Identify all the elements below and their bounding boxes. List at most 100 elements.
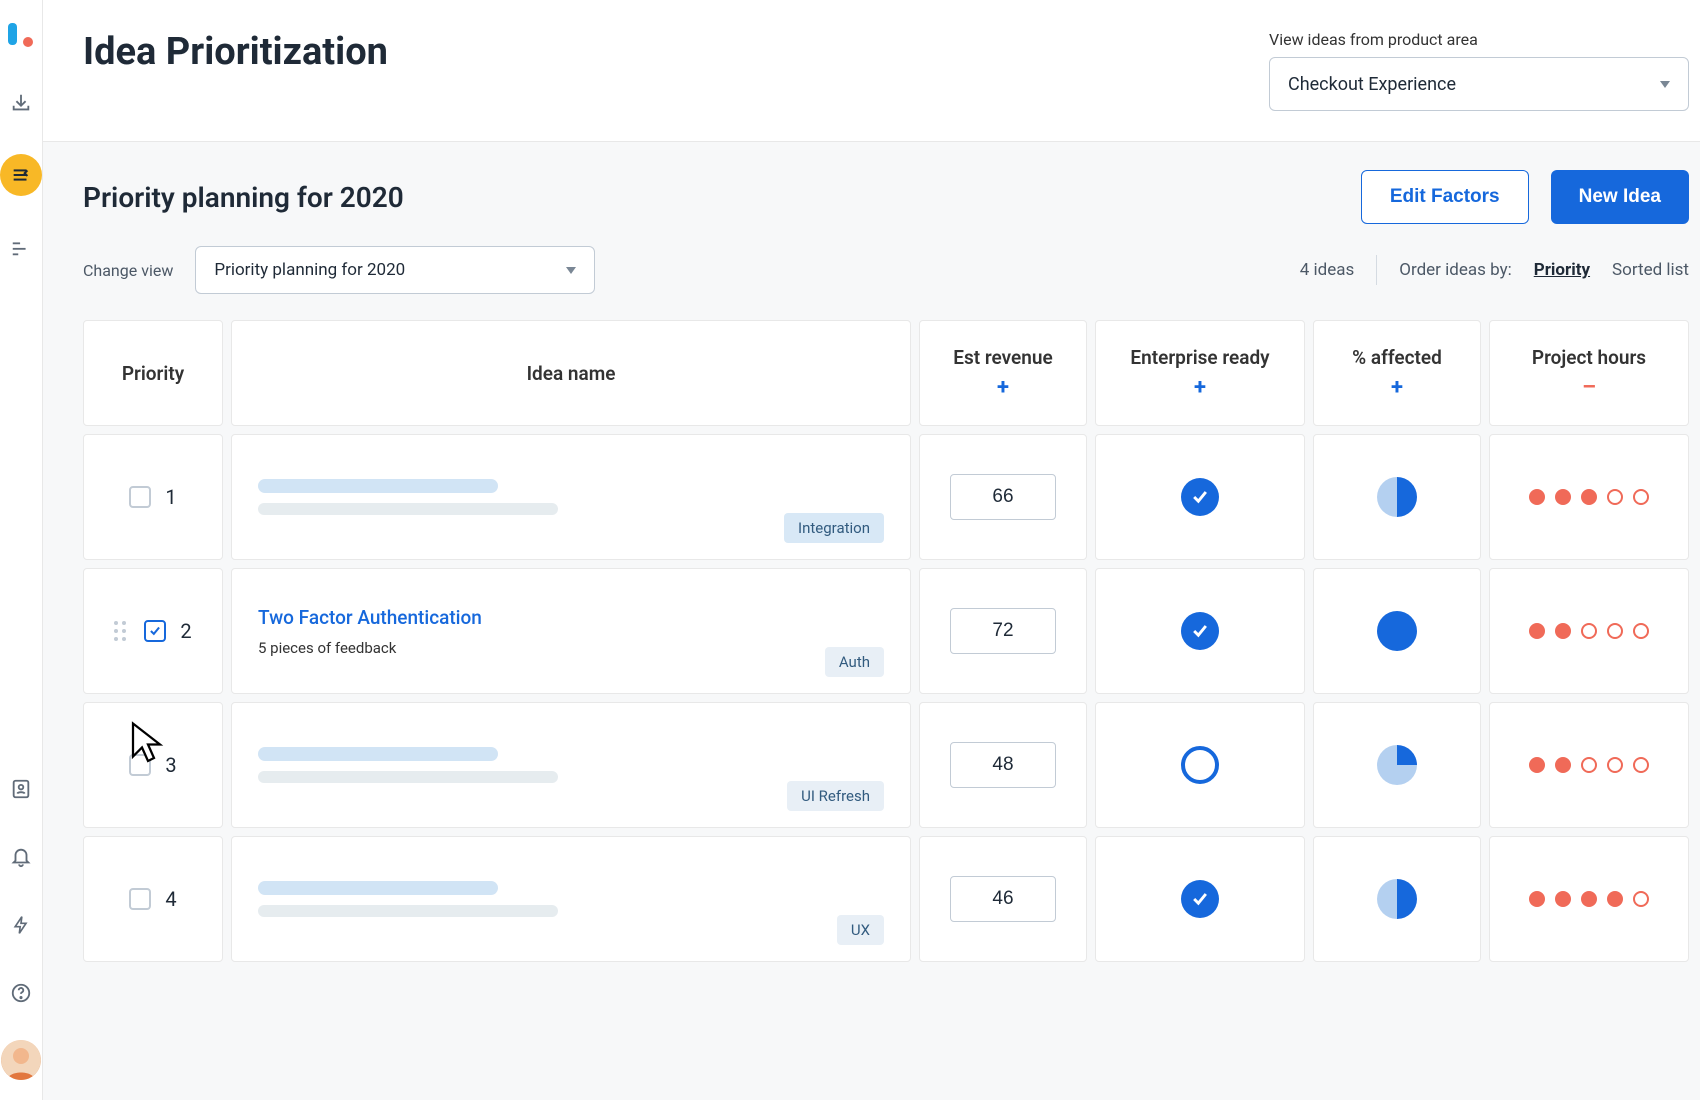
nav-contacts[interactable] — [0, 768, 42, 810]
col-affected: % affected+ — [1313, 320, 1481, 426]
idea-cell[interactable]: UI Refresh — [231, 702, 911, 828]
priority-cell: 2 — [83, 568, 223, 694]
revenue-cell — [919, 568, 1087, 694]
idea-tag: UI Refresh — [787, 781, 884, 811]
affected-cell[interactable] — [1313, 702, 1481, 828]
priority-cell: 1 — [83, 434, 223, 560]
skeleton-subtitle — [258, 771, 558, 783]
affected-cell[interactable] — [1313, 434, 1481, 560]
idea-tag: UX — [837, 915, 884, 945]
hours-dots — [1529, 623, 1649, 639]
idea-cell[interactable]: UX — [231, 836, 911, 962]
hours-cell[interactable] — [1489, 702, 1689, 828]
skeleton-subtitle — [258, 905, 558, 917]
nav-inbox[interactable] — [0, 82, 42, 124]
nav-roadmap[interactable] — [0, 226, 42, 268]
enterprise-badge — [1181, 880, 1219, 918]
idea-tag: Auth — [825, 647, 884, 677]
nav-help[interactable] — [0, 972, 42, 1014]
idea-subtitle: 5 pieces of feedback — [258, 639, 884, 657]
divider — [1376, 255, 1377, 285]
hours-dots — [1529, 891, 1649, 907]
view-selected-value: Priority planning for 2020 — [214, 260, 405, 280]
area-selector[interactable]: Checkout Experience — [1269, 57, 1689, 111]
brand-logo — [4, 18, 38, 52]
area-selected-value: Checkout Experience — [1288, 74, 1456, 95]
row-checkbox[interactable] — [129, 888, 151, 910]
minus-icon: – — [1582, 375, 1596, 400]
affected-pie — [1377, 745, 1417, 785]
priority-number: 4 — [165, 887, 176, 911]
edit-factors-button[interactable]: Edit Factors — [1361, 170, 1529, 224]
plus-icon: + — [1391, 375, 1403, 400]
col-hours: Project hours– — [1489, 320, 1689, 426]
sidebar — [0, 0, 43, 1100]
revenue-input[interactable] — [950, 608, 1056, 654]
priority-number: 3 — [165, 753, 176, 777]
row-checkbox[interactable] — [129, 486, 151, 508]
row-checkbox[interactable] — [144, 620, 166, 642]
col-enterprise: Enterprise ready+ — [1095, 320, 1305, 426]
order-label: Order ideas by: — [1399, 260, 1511, 280]
plus-icon: + — [1194, 375, 1206, 400]
page-header: Idea Prioritization View ideas from prod… — [43, 0, 1700, 142]
enterprise-cell[interactable] — [1095, 434, 1305, 560]
priority-cell: 3 — [83, 702, 223, 828]
order-priority-link[interactable]: Priority — [1534, 260, 1590, 280]
skeleton-title — [258, 747, 498, 761]
nav-prioritize[interactable] — [0, 154, 42, 196]
revenue-cell — [919, 836, 1087, 962]
affected-pie — [1377, 477, 1417, 517]
hours-cell[interactable] — [1489, 434, 1689, 560]
affected-pie — [1377, 879, 1417, 919]
enterprise-cell[interactable] — [1095, 568, 1305, 694]
col-priority: Priority — [83, 320, 223, 426]
idea-cell[interactable]: Integration — [231, 434, 911, 560]
skeleton-title — [258, 881, 498, 895]
plus-icon: + — [997, 375, 1009, 400]
enterprise-badge — [1181, 746, 1219, 784]
col-revenue: Est revenue+ — [919, 320, 1087, 426]
affected-cell[interactable] — [1313, 568, 1481, 694]
affected-cell[interactable] — [1313, 836, 1481, 962]
view-title: Priority planning for 2020 — [83, 181, 404, 214]
user-avatar[interactable] — [1, 1040, 41, 1080]
order-sorted-link[interactable]: Sorted list — [1612, 260, 1689, 280]
new-idea-button[interactable]: New Idea — [1551, 170, 1689, 224]
idea-cell[interactable]: Two Factor Authentication 5 pieces of fee… — [231, 568, 911, 694]
page-title: Idea Prioritization — [83, 30, 388, 74]
area-selector-label: View ideas from product area — [1269, 30, 1689, 49]
subheader: Priority planning for 2020 Edit Factors … — [43, 142, 1700, 224]
affected-pie — [1377, 611, 1417, 651]
skeleton-subtitle — [258, 503, 558, 515]
drag-handle[interactable] — [114, 621, 130, 641]
nav-notifications[interactable] — [0, 836, 42, 878]
revenue-input[interactable] — [950, 474, 1056, 520]
idea-title: Two Factor Authentication — [258, 606, 884, 629]
view-toolbar: Change view Priority planning for 2020 4… — [43, 224, 1700, 294]
enterprise-cell[interactable] — [1095, 702, 1305, 828]
priority-number: 2 — [180, 619, 191, 643]
priority-cell: 4 — [83, 836, 223, 962]
caret-down-icon — [1660, 81, 1670, 88]
view-selector[interactable]: Priority planning for 2020 — [195, 246, 595, 294]
priority-number: 1 — [165, 485, 176, 509]
enterprise-badge — [1181, 612, 1219, 650]
row-checkbox[interactable] — [129, 754, 151, 776]
caret-down-icon — [566, 267, 576, 274]
ideas-count: 4 ideas — [1300, 260, 1355, 280]
skeleton-title — [258, 479, 498, 493]
hours-dots — [1529, 489, 1649, 505]
col-idea: Idea name — [231, 320, 911, 426]
nav-power[interactable] — [0, 904, 42, 946]
change-view-label: Change view — [83, 261, 173, 280]
revenue-input[interactable] — [950, 742, 1056, 788]
enterprise-cell[interactable] — [1095, 836, 1305, 962]
hours-cell[interactable] — [1489, 836, 1689, 962]
revenue-cell — [919, 434, 1087, 560]
revenue-cell — [919, 702, 1087, 828]
hours-cell[interactable] — [1489, 568, 1689, 694]
enterprise-badge — [1181, 478, 1219, 516]
revenue-input[interactable] — [950, 876, 1056, 922]
hours-dots — [1529, 757, 1649, 773]
